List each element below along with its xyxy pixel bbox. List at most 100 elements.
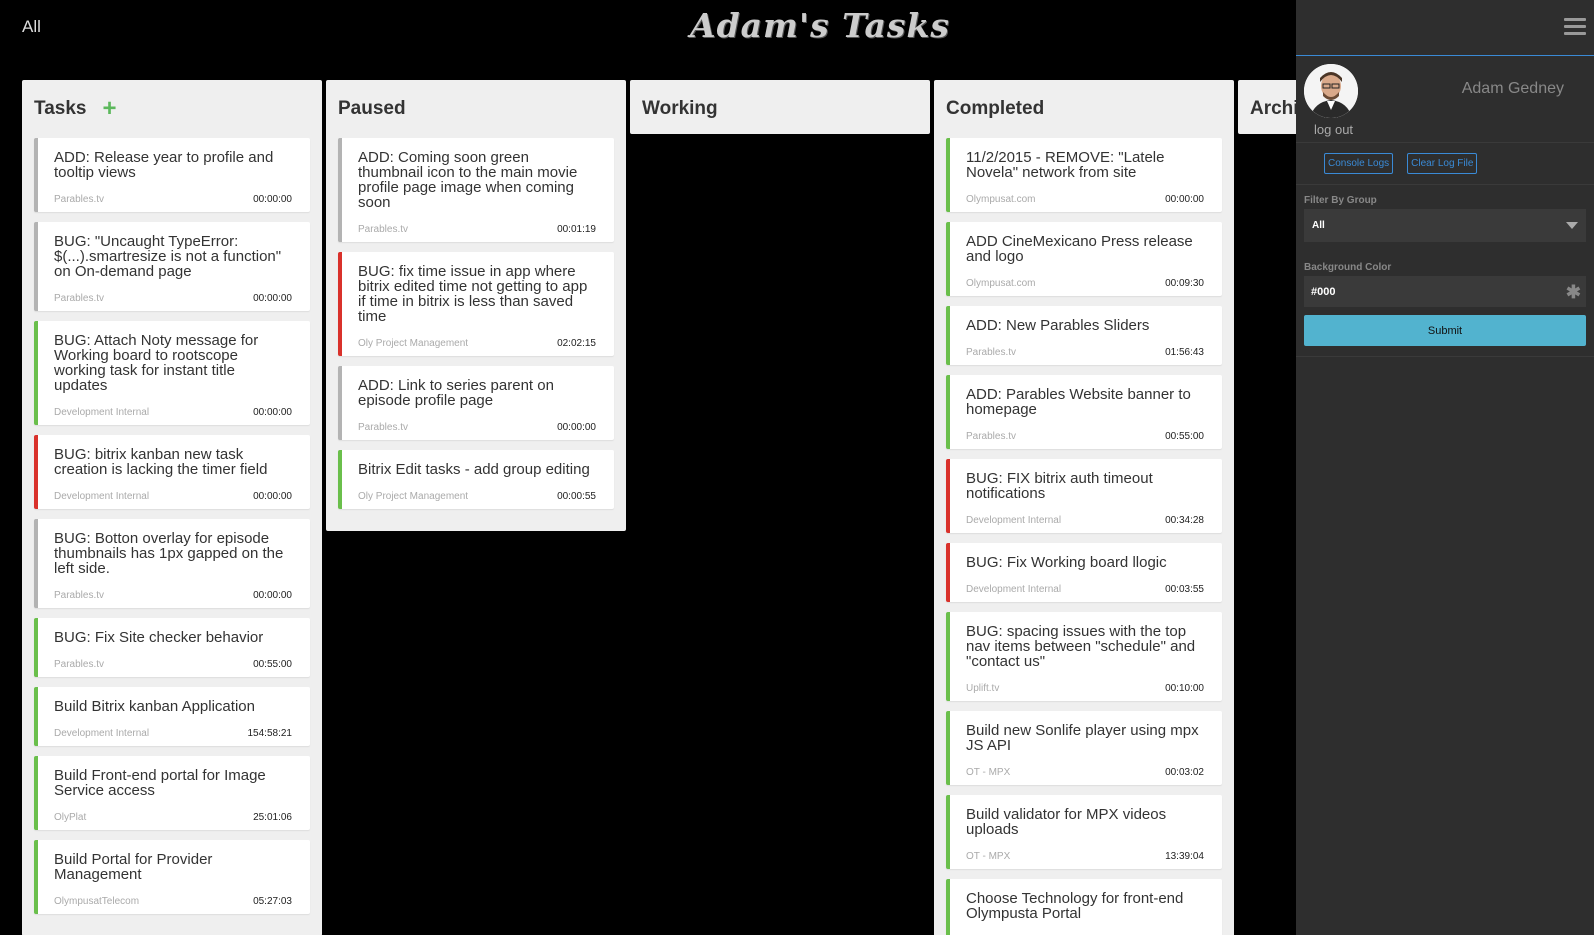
top-bar: All Adam's Tasks	[0, 0, 1296, 62]
task-title: ADD CineMexicano Press release and logo	[966, 233, 1193, 265]
task-group: Parables.tv	[966, 431, 1017, 442]
task-title: BUG: Attach Noty message for Working boa…	[54, 332, 259, 394]
task-card[interactable]: Build Bitrix kanban Application Developme…	[34, 687, 310, 746]
task-group: OT - MPX	[966, 767, 1011, 778]
task-title: ADD: Release year to profile and tooltip…	[54, 149, 274, 181]
clear-log-file-button[interactable]: Clear Log File	[1407, 153, 1478, 174]
task-card[interactable]: ADD: Link to series parent on episode pr…	[338, 366, 614, 440]
required-asterisk-icon: ✱	[1565, 282, 1581, 302]
task-time: 00:34:28	[1165, 515, 1204, 526]
task-card[interactable]: BUG: FIX bitrix auth timeout notificatio…	[946, 459, 1222, 533]
task-time: 13:39:04	[1165, 851, 1204, 862]
task-card[interactable]: Build new Sonlife player using mpx JS AP…	[946, 711, 1222, 785]
task-card[interactable]: BUG: Fix Working board llogic Development…	[946, 543, 1222, 602]
column-title: Paused	[338, 98, 406, 119]
console-logs-button[interactable]: Console Logs	[1324, 153, 1394, 174]
task-group: Parables.tv	[54, 659, 105, 670]
task-footer: Uplift.tv 00:10:00	[966, 683, 1204, 695]
column-paused: Paused ADD: Coming soon green thumbnail …	[326, 80, 626, 531]
column-header: Archive	[1250, 80, 1296, 138]
task-card[interactable]: Choose Technology for front-end Olympust…	[946, 879, 1222, 935]
settings-sidebar: log out Adam Gedney Console Logs Clear L…	[1296, 0, 1594, 935]
task-footer: Oly Project Management 02:02:15	[358, 338, 596, 350]
task-group: Parables.tv	[358, 224, 409, 235]
column-title: Tasks	[34, 98, 87, 119]
task-time: 00:03:55	[1165, 584, 1204, 595]
task-group: OlyPlat	[54, 812, 87, 823]
task-card[interactable]: Build Portal for Provider Management Olym…	[34, 840, 310, 914]
task-time: 00:00:00	[253, 293, 292, 304]
task-title: ADD: Coming soon green thumbnail icon to…	[358, 149, 578, 211]
column-tasks: Tasks + ADD: Release year to profile and…	[22, 80, 322, 935]
task-card[interactable]: BUG: fix time issue in app where bitrix …	[338, 252, 614, 356]
log-actions: Console Logs Clear Log File	[1296, 143, 1594, 185]
filter-group-select[interactable]: All	[1304, 209, 1586, 242]
background-color-input[interactable]: #000 ✱	[1304, 276, 1586, 307]
add-task-icon[interactable]: +	[102, 97, 116, 121]
background-color-value: #000	[1311, 285, 1336, 298]
task-title: Build validator for MPX videos uploads	[966, 806, 1167, 838]
filter-all-link[interactable]: All	[22, 17, 41, 37]
task-card[interactable]: ADD CineMexicano Press release and logo O…	[946, 222, 1222, 296]
task-group: Uplift.tv	[966, 683, 1000, 694]
task-card[interactable]: Bitrix Edit tasks - add group editing Oly…	[338, 450, 614, 509]
task-group: Development Internal	[966, 584, 1062, 595]
task-time: 25:01:06	[253, 812, 292, 823]
task-time: 00:00:55	[557, 491, 596, 502]
task-card[interactable]: Build validator for MPX videos uploads OT…	[946, 795, 1222, 869]
task-card[interactable]: ADD: Release year to profile and tooltip…	[34, 138, 310, 212]
task-title: BUG: spacing issues with the top nav ite…	[966, 623, 1196, 670]
task-group: Olympusat.com	[966, 278, 1036, 289]
task-group: OT - MPX	[966, 851, 1011, 862]
task-card[interactable]: BUG: Fix Site checker behavior Parables.t…	[34, 618, 310, 677]
column-completed: Completed 11/2/2015 - REMOVE: "Latele No…	[934, 80, 1234, 935]
task-title: BUG: "Uncaught TypeError: $(...).smartre…	[54, 233, 282, 280]
task-card[interactable]: BUG: Botton overlay for episode thumbnai…	[34, 519, 310, 608]
task-time: 00:03:02	[1165, 767, 1204, 778]
card-list: ADD: Release year to profile and tooltip…	[34, 138, 310, 914]
task-group: Parables.tv	[358, 422, 409, 433]
task-card[interactable]: BUG: spacing issues with the top nav ite…	[946, 612, 1222, 701]
task-title: BUG: Botton overlay for episode thumbnai…	[54, 530, 284, 577]
task-title: BUG: Fix Working board llogic	[966, 554, 1167, 571]
column-title: Archive	[1250, 98, 1296, 119]
task-group: Parables.tv	[54, 293, 105, 304]
task-group: Parables.tv	[54, 194, 105, 205]
task-footer: OT - MPX 13:39:04	[966, 851, 1204, 863]
task-time: 00:00:00	[253, 491, 292, 502]
column-header: Working	[642, 80, 918, 138]
task-card[interactable]: Build Front-end portal for Image Service…	[34, 756, 310, 830]
avatar	[1304, 64, 1358, 118]
column-title: Working	[642, 98, 718, 119]
task-card[interactable]: ADD: Coming soon green thumbnail icon to…	[338, 138, 614, 242]
task-card[interactable]: 11/2/2015 - REMOVE: "Latele Novela" netw…	[946, 138, 1222, 212]
task-footer: Parables.tv 00:00:00	[358, 422, 596, 434]
task-card[interactable]: BUG: "Uncaught TypeError: $(...).smartre…	[34, 222, 310, 311]
task-time: 05:27:03	[253, 896, 292, 907]
task-footer: OlyPlat 25:01:06	[54, 812, 292, 824]
task-time: 00:00:00	[253, 590, 292, 601]
task-footer: Development Internal 00:00:00	[54, 491, 292, 503]
logout-link[interactable]: log out	[1314, 122, 1353, 137]
hamburger-menu-icon[interactable]	[1564, 18, 1586, 36]
task-group: Development Internal	[966, 515, 1062, 526]
task-title: ADD: Link to series parent on episode pr…	[358, 377, 554, 409]
task-footer: Parables.tv 00:00:00	[54, 194, 292, 206]
kanban-board: Tasks + ADD: Release year to profile and…	[0, 80, 1296, 935]
task-card[interactable]: ADD: New Parables Sliders Parables.tv 01:5…	[946, 306, 1222, 365]
task-footer: Olympusat.com 00:00:00	[966, 194, 1204, 206]
user-panel: log out Adam Gedney	[1296, 56, 1594, 143]
task-time: 00:00:00	[253, 194, 292, 205]
card-list: ADD: Coming soon green thumbnail icon to…	[338, 138, 614, 509]
submit-button[interactable]: Submit	[1304, 315, 1586, 346]
task-footer: Parables.tv 00:01:19	[358, 224, 596, 236]
task-card[interactable]: BUG: bitrix kanban new task creation is …	[34, 435, 310, 509]
task-footer: Development Internal 00:00:00	[54, 407, 292, 419]
task-time: 00:55:00	[253, 659, 292, 670]
task-group: Oly Project Management	[358, 338, 469, 349]
task-time: 00:01:19	[557, 224, 596, 235]
task-card[interactable]: ADD: Parables Website banner to homepage…	[946, 375, 1222, 449]
task-time: 00:09:30	[1165, 278, 1204, 289]
task-card[interactable]: BUG: Attach Noty message for Working boa…	[34, 321, 310, 425]
task-time: 00:55:00	[1165, 431, 1204, 442]
